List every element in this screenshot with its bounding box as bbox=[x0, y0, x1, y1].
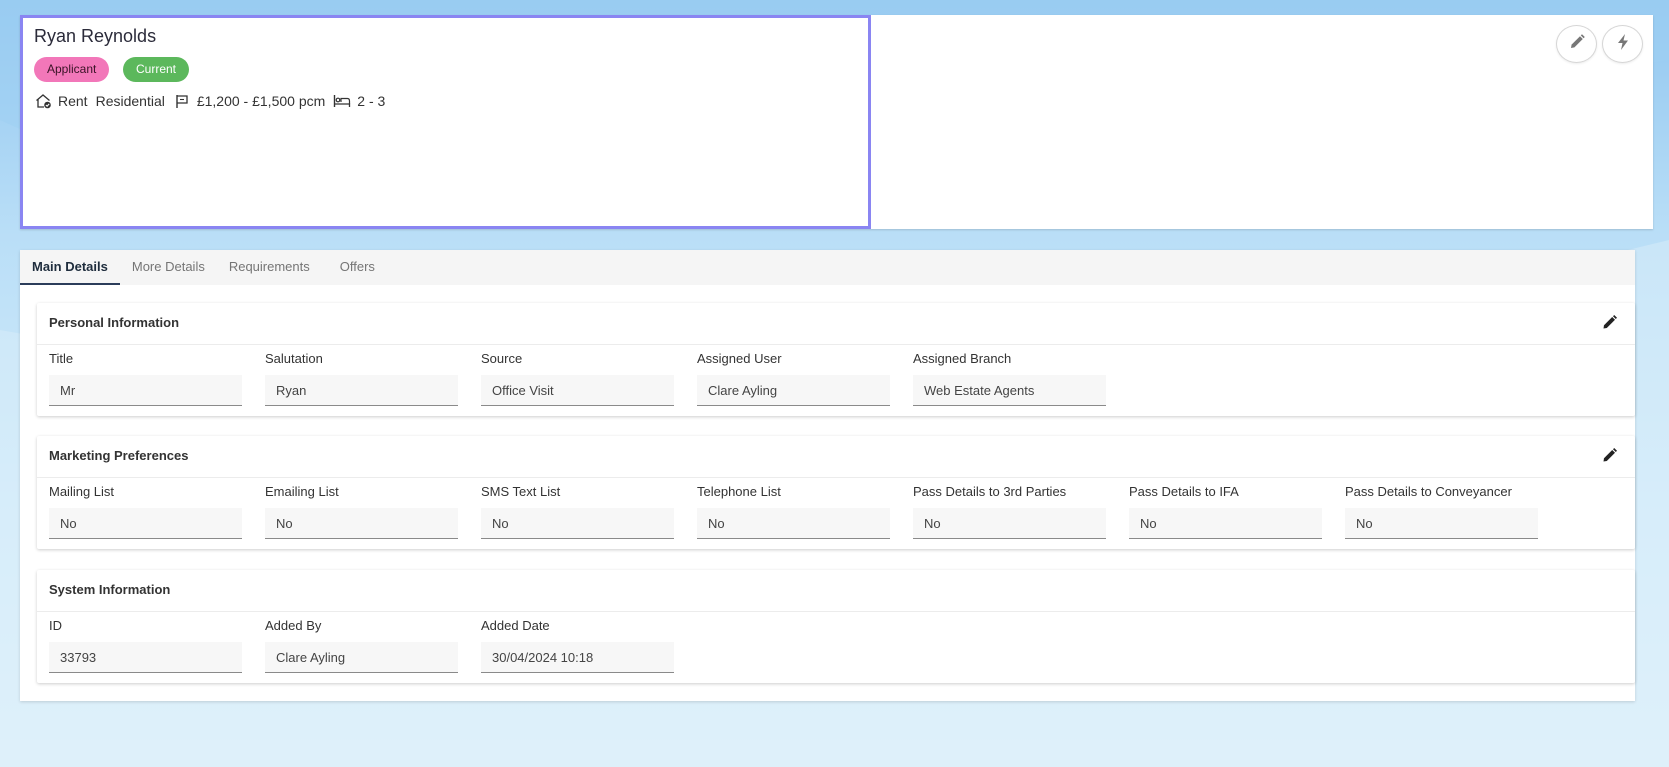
field-value: 33793 bbox=[49, 642, 242, 673]
field-added-date: Added Date 30/04/2024 10:18 bbox=[481, 618, 674, 673]
requirements-summary: Rent Residential £1,200 - £1,500 pcm 2 -… bbox=[34, 90, 393, 112]
tab-requirements[interactable]: Requirements bbox=[217, 250, 322, 285]
field-salutation: Salutation Ryan bbox=[265, 351, 458, 406]
field-value: No bbox=[1345, 508, 1538, 539]
section-title: Marketing Preferences bbox=[49, 448, 189, 463]
field-pass-ifa: Pass Details to IFA No bbox=[1129, 484, 1322, 539]
badge-current: Current bbox=[123, 57, 190, 82]
field-telephone-list: Telephone List No bbox=[697, 484, 890, 539]
house-check-icon bbox=[34, 92, 52, 110]
field-assigned-user: Assigned User Clare Ayling bbox=[697, 351, 890, 406]
meta-category: Residential bbox=[95, 93, 165, 109]
field-value: No bbox=[697, 508, 890, 539]
field-title: Title Mr bbox=[49, 351, 242, 406]
field-value: No bbox=[1129, 508, 1322, 539]
tab-main-details[interactable]: Main Details bbox=[20, 250, 120, 285]
contact-summary-panel[interactable]: Ryan Reynolds Applicant Current Rent Res… bbox=[20, 15, 871, 229]
field-value: Clare Ayling bbox=[697, 375, 890, 406]
pencil-icon bbox=[1602, 314, 1618, 335]
edit-marketing-preferences-button[interactable] bbox=[1601, 447, 1619, 468]
contact-header-card: Ryan Reynolds Applicant Current Rent Res… bbox=[20, 15, 1653, 229]
field-value: Ryan bbox=[265, 375, 458, 406]
field-value: Mr bbox=[49, 375, 242, 406]
field-emailing-list: Emailing List No bbox=[265, 484, 458, 539]
field-value: Clare Ayling bbox=[265, 642, 458, 673]
pencil-icon bbox=[1568, 33, 1586, 56]
field-pass-conveyancer: Pass Details to Conveyancer No bbox=[1345, 484, 1538, 539]
field-assigned-branch: Assigned Branch Web Estate Agents bbox=[913, 351, 1106, 406]
field-sms-text-list: SMS Text List No bbox=[481, 484, 674, 539]
field-added-by: Added By Clare Ayling bbox=[265, 618, 458, 673]
badge-applicant: Applicant bbox=[34, 57, 110, 82]
contact-name: Ryan Reynolds bbox=[34, 26, 157, 46]
field-value: No bbox=[265, 508, 458, 539]
section-title: System Information bbox=[49, 582, 171, 597]
field-value: No bbox=[49, 508, 242, 539]
meta-type: Rent bbox=[58, 93, 88, 109]
bed-icon bbox=[333, 92, 351, 110]
pencil-icon bbox=[1602, 447, 1618, 468]
field-mailing-list: Mailing List No bbox=[49, 484, 242, 539]
details-tab-card: Main Details More Details Requirements O… bbox=[20, 250, 1635, 701]
field-id: ID 33793 bbox=[49, 618, 242, 673]
field-value: Office Visit bbox=[481, 375, 674, 406]
meta-bedrooms: 2 - 3 bbox=[357, 93, 386, 109]
field-value: No bbox=[913, 508, 1106, 539]
price-tag-icon bbox=[173, 92, 191, 110]
lightning-icon bbox=[1615, 33, 1631, 56]
quick-actions-button[interactable] bbox=[1602, 25, 1643, 63]
system-information-section: System Information ID 33793 Added By Cla… bbox=[37, 570, 1635, 683]
marketing-preferences-section: Marketing Preferences Mailing List No Em… bbox=[37, 436, 1635, 549]
field-pass-3rd-parties: Pass Details to 3rd Parties No bbox=[913, 484, 1106, 539]
edit-contact-button[interactable] bbox=[1556, 25, 1597, 63]
field-value: Web Estate Agents bbox=[913, 375, 1106, 406]
personal-information-section: Personal Information Title Mr Salutation… bbox=[37, 303, 1635, 416]
tab-more-details[interactable]: More Details bbox=[120, 250, 217, 285]
edit-personal-information-button[interactable] bbox=[1601, 314, 1619, 335]
meta-price: £1,200 - £1,500 pcm bbox=[196, 93, 326, 109]
field-source: Source Office Visit bbox=[481, 351, 674, 406]
tab-bar: Main Details More Details Requirements O… bbox=[20, 250, 1635, 285]
field-value: No bbox=[481, 508, 674, 539]
section-title: Personal Information bbox=[49, 315, 180, 330]
tab-offers[interactable]: Offers bbox=[322, 250, 387, 285]
field-value: 30/04/2024 10:18 bbox=[481, 642, 674, 673]
